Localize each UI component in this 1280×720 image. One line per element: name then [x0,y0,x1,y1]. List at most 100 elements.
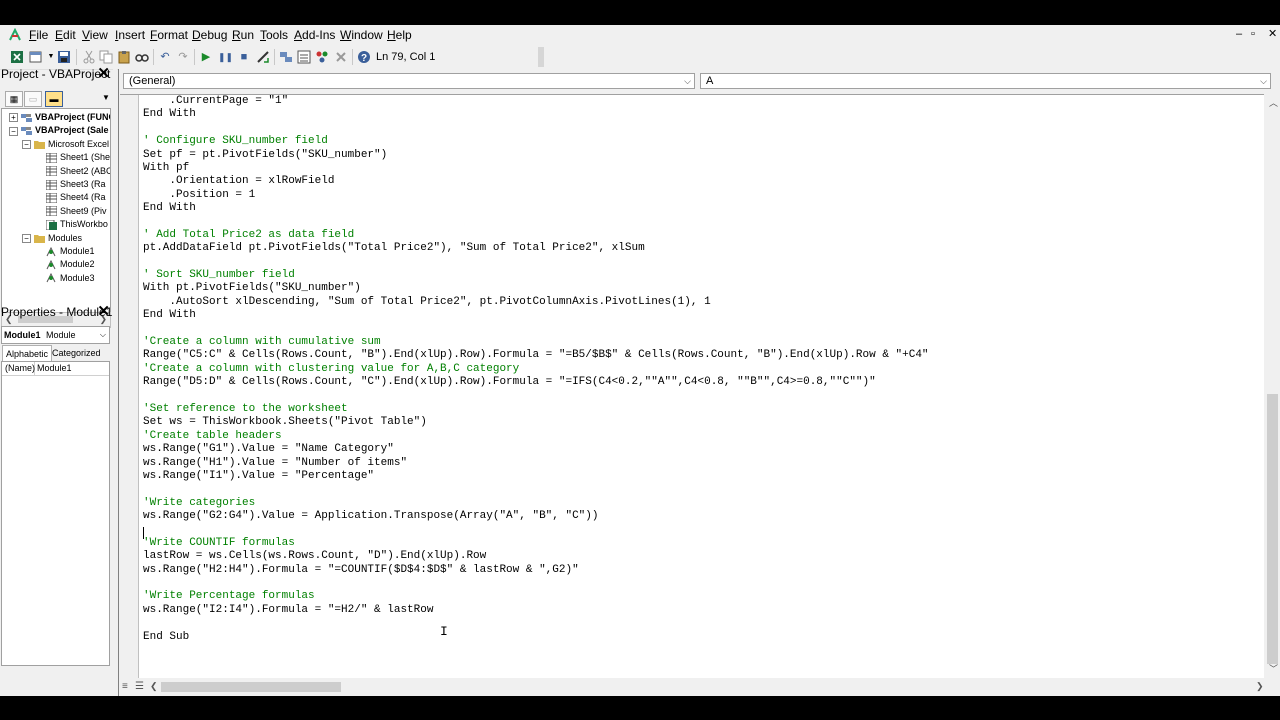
menu-edit[interactable]: Edit [55,28,76,42]
code-line[interactable] [143,483,929,496]
collapse-icon[interactable]: − [9,126,18,136]
toggle-folders-icon[interactable]: ▬ [45,91,63,107]
menu-addins[interactable]: Add-Ins [294,28,335,42]
vertical-scroll-thumb[interactable] [1267,394,1278,664]
code-line[interactable]: pt.AddDataField pt.PivotFields("Total Pr… [143,242,929,255]
code-line[interactable] [143,577,929,590]
close-project-pane-icon[interactable]: ✕ [97,65,110,83]
tree-item[interactable]: Module3 [46,272,95,284]
redo-icon[interactable]: ↷ [176,50,190,64]
find-icon[interactable] [135,50,149,64]
code-comment-line[interactable]: 'Set reference to the worksheet [143,403,929,416]
close-properties-pane-icon[interactable]: ✕ [97,303,110,321]
chevron-down-icon[interactable]: ⌵ [684,74,691,88]
code-line[interactable]: .Position = 1 [143,189,929,202]
code-line[interactable] [143,256,929,269]
cut-icon[interactable] [82,50,96,64]
help-icon[interactable]: ? [357,50,371,64]
code-horizontal-scrollbar[interactable]: ≡ ☰ ❮ ❯ [119,678,1280,696]
design-mode-icon[interactable] [256,50,270,64]
code-line[interactable]: .Orientation = xlRowField [143,175,929,188]
chevron-down-icon[interactable]: ⌵ [100,327,106,343]
pane-splitter[interactable] [113,69,117,696]
code-line[interactable]: Set ws = ThisWorkbook.Sheets("Pivot Tabl… [143,416,929,429]
procedure-dropdown[interactable]: A ⌵ [700,73,1271,89]
tree-item[interactable]: Sheet1 (She [46,151,110,163]
menu-view[interactable]: View [82,28,108,42]
code-editor[interactable]: .CurrentPage = "1" End With ' Configure SK… [120,94,1264,678]
code-vertical-scrollbar[interactable]: ︿ ﹀ [1265,94,1280,677]
properties-window-icon[interactable] [297,50,311,64]
code-line[interactable]: With pt.PivotFields("SKU_number") [143,282,929,295]
tab-categorized[interactable]: Categorized [49,345,104,361]
restore-button[interactable]: ▫ [1251,27,1255,41]
code-comment-line[interactable]: ' Add Total Price2 as data field [143,229,929,242]
horizontal-scroll-thumb[interactable] [161,682,341,692]
code-line[interactable] [143,216,929,229]
tree-item[interactable]: ThisWorkbo [46,218,108,230]
tree-item[interactable]: Module2 [46,258,95,270]
code-comment-line[interactable]: 'Write categories [143,497,929,510]
tree-item[interactable]: − VBAProject (Sale [9,124,109,136]
margin-indicator-bar[interactable] [120,95,139,678]
insert-module-icon[interactable] [29,50,43,64]
code-line[interactable]: .CurrentPage = "1" [143,95,929,108]
toolbar-grip[interactable] [538,47,544,67]
code-line[interactable]: ws.Range("I1").Value = "Percentage" [143,470,929,483]
code-line[interactable]: ws.Range("G2:G4").Value = Application.Tr… [143,510,929,523]
tree-item[interactable]: − Modules [22,232,82,244]
code-line[interactable]: Set pf = pt.PivotFields("SKU_number") [143,149,929,162]
menu-help[interactable]: Help [387,28,412,42]
properties-object-select[interactable]: Module1 Module ⌵ [1,326,110,344]
menu-debug[interactable]: Debug [192,28,227,42]
reset-icon[interactable]: ■ [237,50,251,64]
tree-item[interactable]: − Microsoft Excel [22,138,109,150]
minimize-button[interactable]: – [1236,27,1242,41]
code-comment-line[interactable]: 'Create a column with cumulative sum [143,336,929,349]
code-line[interactable]: End With [143,108,929,121]
code-comment-line[interactable]: ' Configure SKU_number field [143,135,929,148]
code-line[interactable]: lastRow = ws.Cells(ws.Rows.Count, "D").E… [143,550,929,563]
code-comment-line[interactable]: 'Write COUNTIF formulas [143,537,929,550]
scroll-right-icon[interactable]: ❯ [1256,681,1264,692]
view-excel-icon[interactable] [10,50,24,64]
code-line[interactable]: Range("D5:D" & Cells(Rows.Count, "C").En… [143,376,929,389]
property-row[interactable]: (Name) Module1 [2,362,109,376]
code-comment-line[interactable]: 'Create table headers [143,430,929,443]
project-explorer-icon[interactable] [279,50,293,64]
code-line[interactable] [143,122,929,135]
object-dropdown[interactable]: (General) ⌵ [123,73,695,89]
tree-item[interactable]: Module1 [46,245,95,257]
code-line[interactable] [143,524,929,537]
view-code-icon[interactable]: ▦ [5,91,23,107]
paste-icon[interactable] [117,50,131,64]
scroll-left-icon[interactable]: ❮ [150,681,158,692]
menu-file[interactable]: File [29,28,48,42]
menu-run[interactable]: Run [232,28,254,42]
procedure-view-icon[interactable]: ≡ [122,681,128,692]
run-icon[interactable]: ▶ [199,50,213,64]
break-icon[interactable]: ❚❚ [218,50,233,64]
collapse-icon[interactable]: − [22,139,31,149]
code-comment-line[interactable]: 'Create a column with clustering value f… [143,363,929,376]
code-line[interactable]: End With [143,309,929,322]
menu-window[interactable]: Window [340,28,383,42]
code-line[interactable]: ws.Range("G1").Value = "Name Category" [143,443,929,456]
code-line[interactable]: ws.Range("H1").Value = "Number of items" [143,457,929,470]
code-line[interactable]: ws.Range("H2:H4").Formula = "=COUNTIF($D… [143,564,929,577]
chevron-down-icon[interactable]: ⌵ [1260,74,1267,88]
close-window-button[interactable]: ✕ [1268,27,1277,41]
full-module-view-icon[interactable]: ☰ [135,681,144,692]
property-value[interactable]: Module1 [37,362,72,375]
scroll-down-icon[interactable]: ﹀ [1269,662,1278,675]
copy-icon[interactable] [99,50,113,64]
vbe-app-icon[interactable] [8,28,22,42]
tree-item[interactable]: + VBAProject (FUNC [9,111,110,123]
scroll-up-icon[interactable]: ︿ [1269,96,1278,109]
dropdown-arrow-icon[interactable]: ▼ [44,50,58,64]
code-line[interactable] [143,617,929,630]
code-text[interactable]: .CurrentPage = "1" End With ' Configure SK… [143,95,929,644]
menu-tools[interactable]: Tools [260,28,288,42]
object-browser-icon[interactable] [315,50,329,64]
pane-scroll-arrow-icon[interactable]: ▼ [102,93,110,102]
